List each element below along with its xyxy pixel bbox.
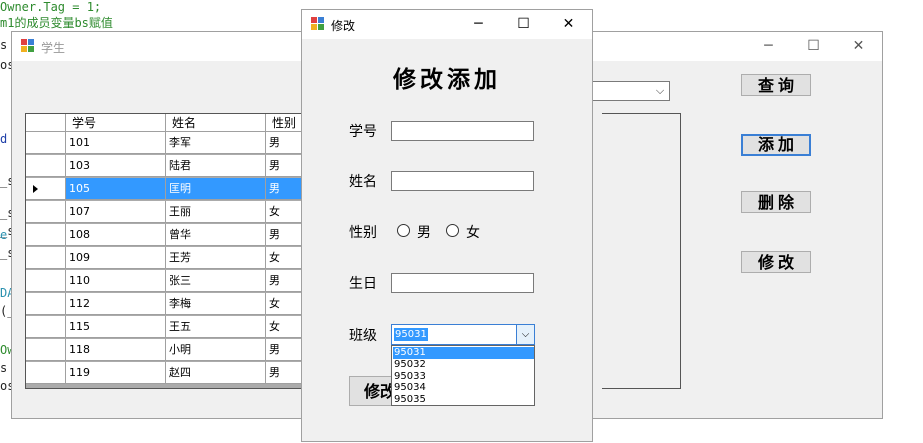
close-icon[interactable]: ✕ <box>836 32 881 61</box>
query-button[interactable]: 查询 <box>741 74 811 96</box>
grid-column-header[interactable]: 姓名 <box>166 114 266 132</box>
table-cell[interactable]: 105 <box>66 178 166 200</box>
gender-male-label[interactable]: 男 <box>417 222 431 242</box>
row-header[interactable] <box>26 224 66 246</box>
table-cell[interactable]: 112 <box>66 293 166 315</box>
gender-female-label[interactable]: 女 <box>466 222 480 242</box>
table-cell[interactable]: 张三 <box>166 270 266 292</box>
table-cell[interactable]: 李军 <box>166 132 266 154</box>
chevron-down-icon[interactable]: ⌵ <box>653 83 667 99</box>
app-icon <box>311 17 325 31</box>
grid-corner-header[interactable] <box>26 114 66 132</box>
table-cell[interactable]: 赵四 <box>166 362 266 384</box>
name-field[interactable] <box>391 171 534 191</box>
dialog-title: 修改 <box>331 19 356 33</box>
class-label: 班级 <box>349 328 377 344</box>
maximize-icon[interactable]: ☐ <box>501 10 546 39</box>
row-header[interactable] <box>26 339 66 361</box>
table-cell[interactable]: 王芳 <box>166 247 266 269</box>
table-row[interactable]: 119 赵四男 <box>26 362 308 385</box>
table-cell[interactable]: 小明 <box>166 339 266 361</box>
delete-button[interactable]: 删除 <box>741 191 811 213</box>
code-line: e <box>0 228 8 242</box>
maximize-icon[interactable]: ☐ <box>791 32 836 61</box>
birthday-field[interactable] <box>391 273 534 293</box>
table-cell[interactable]: 王丽 <box>166 201 266 223</box>
table-row[interactable]: 110 张三男 <box>26 270 308 293</box>
table-row[interactable]: 105 匡明男 <box>26 178 308 201</box>
code-line: Owner.Tag = 1; <box>0 0 102 14</box>
class-option[interactable]: 95033 <box>393 371 534 383</box>
class-combo-value[interactable]: 95031 <box>394 328 428 341</box>
class-combo[interactable]: 95031 ⌵ <box>391 324 535 345</box>
class-option[interactable]: 95034 <box>393 382 534 394</box>
gender-male-radio[interactable] <box>397 224 410 237</box>
code-line: m1的成员变量bs赋值 <box>0 16 113 30</box>
row-header[interactable] <box>26 178 66 200</box>
student-data-grid[interactable]: 学号 姓名 性别 101 李军男 103 陆君男 105 匡明男 107 王丽女 108 曾华男 109 王… <box>25 113 309 389</box>
table-cell[interactable]: 119 <box>66 362 166 384</box>
class-dropdown-list[interactable]: 95031 95032 95033 95034 95035 <box>391 345 535 406</box>
dialog-heading: 修改添加 <box>393 66 501 93</box>
close-icon[interactable]: ✕ <box>546 10 591 39</box>
table-row[interactable]: 118 小明男 <box>26 339 308 362</box>
class-option[interactable]: 95035 <box>393 394 534 406</box>
row-header[interactable] <box>26 362 66 384</box>
table-cell[interactable]: 陆君 <box>166 155 266 177</box>
table-cell[interactable]: 107 <box>66 201 166 223</box>
birthday-label: 生日 <box>349 276 377 292</box>
code-line: s <box>0 38 8 52</box>
search-combo[interactable]: ⌵ <box>591 81 670 101</box>
table-cell[interactable]: 109 <box>66 247 166 269</box>
gender-female-radio[interactable] <box>446 224 459 237</box>
minimize-icon[interactable]: ─ <box>746 32 791 61</box>
row-header[interactable] <box>26 316 66 338</box>
class-option[interactable]: 95032 <box>393 359 534 371</box>
table-row[interactable]: 108 曾华男 <box>26 224 308 247</box>
name-label: 姓名 <box>349 174 377 190</box>
table-cell[interactable]: 110 <box>66 270 166 292</box>
table-cell[interactable]: 115 <box>66 316 166 338</box>
dialog-titlebar[interactable]: 修改 ─ ☐ ✕ <box>302 10 592 39</box>
row-header[interactable] <box>26 293 66 315</box>
table-cell[interactable]: 108 <box>66 224 166 246</box>
table-cell[interactable]: 118 <box>66 339 166 361</box>
row-header[interactable] <box>26 132 66 154</box>
class-option[interactable]: 95031 <box>393 347 534 359</box>
code-line: d <box>0 132 8 146</box>
table-row[interactable]: 109 王芳女 <box>26 247 308 270</box>
table-cell[interactable]: 李梅 <box>166 293 266 315</box>
row-header[interactable] <box>26 155 66 177</box>
table-row[interactable]: 115 王五女 <box>26 316 308 339</box>
row-header[interactable] <box>26 201 66 223</box>
modify-dialog: 修改 ─ ☐ ✕ 修改添加 学号 姓名 性别 男 女 生日 班级 95031 ⌵… <box>301 9 593 442</box>
minimize-icon[interactable]: ─ <box>456 10 501 39</box>
table-cell[interactable]: 王五 <box>166 316 266 338</box>
row-header[interactable] <box>26 270 66 292</box>
submit-modify-button[interactable]: 修改 <box>349 376 393 406</box>
grid-panel-edge <box>602 113 681 389</box>
table-cell[interactable]: 匡明 <box>166 178 266 200</box>
grid-column-header[interactable]: 学号 <box>66 114 166 132</box>
table-row[interactable]: 112 李梅女 <box>26 293 308 316</box>
code-line: s <box>0 361 8 375</box>
chevron-down-icon[interactable]: ⌵ <box>516 325 534 344</box>
table-row[interactable]: 107 王丽女 <box>26 201 308 224</box>
table-cell[interactable]: 曾华 <box>166 224 266 246</box>
row-header[interactable] <box>26 247 66 269</box>
add-button[interactable]: 添加 <box>741 134 811 156</box>
table-row[interactable]: 103 陆君男 <box>26 155 308 178</box>
student-id-label: 学号 <box>349 124 377 140</box>
app-icon <box>21 39 35 53</box>
modify-button[interactable]: 修改 <box>741 251 811 273</box>
gender-label: 性别 <box>349 225 377 241</box>
current-row-icon <box>33 185 38 193</box>
student-id-field[interactable] <box>391 121 534 141</box>
table-cell[interactable]: 101 <box>66 132 166 154</box>
table-cell[interactable]: 103 <box>66 155 166 177</box>
window-title: 学生 <box>41 41 66 55</box>
table-row[interactable]: 101 李军男 <box>26 132 308 155</box>
